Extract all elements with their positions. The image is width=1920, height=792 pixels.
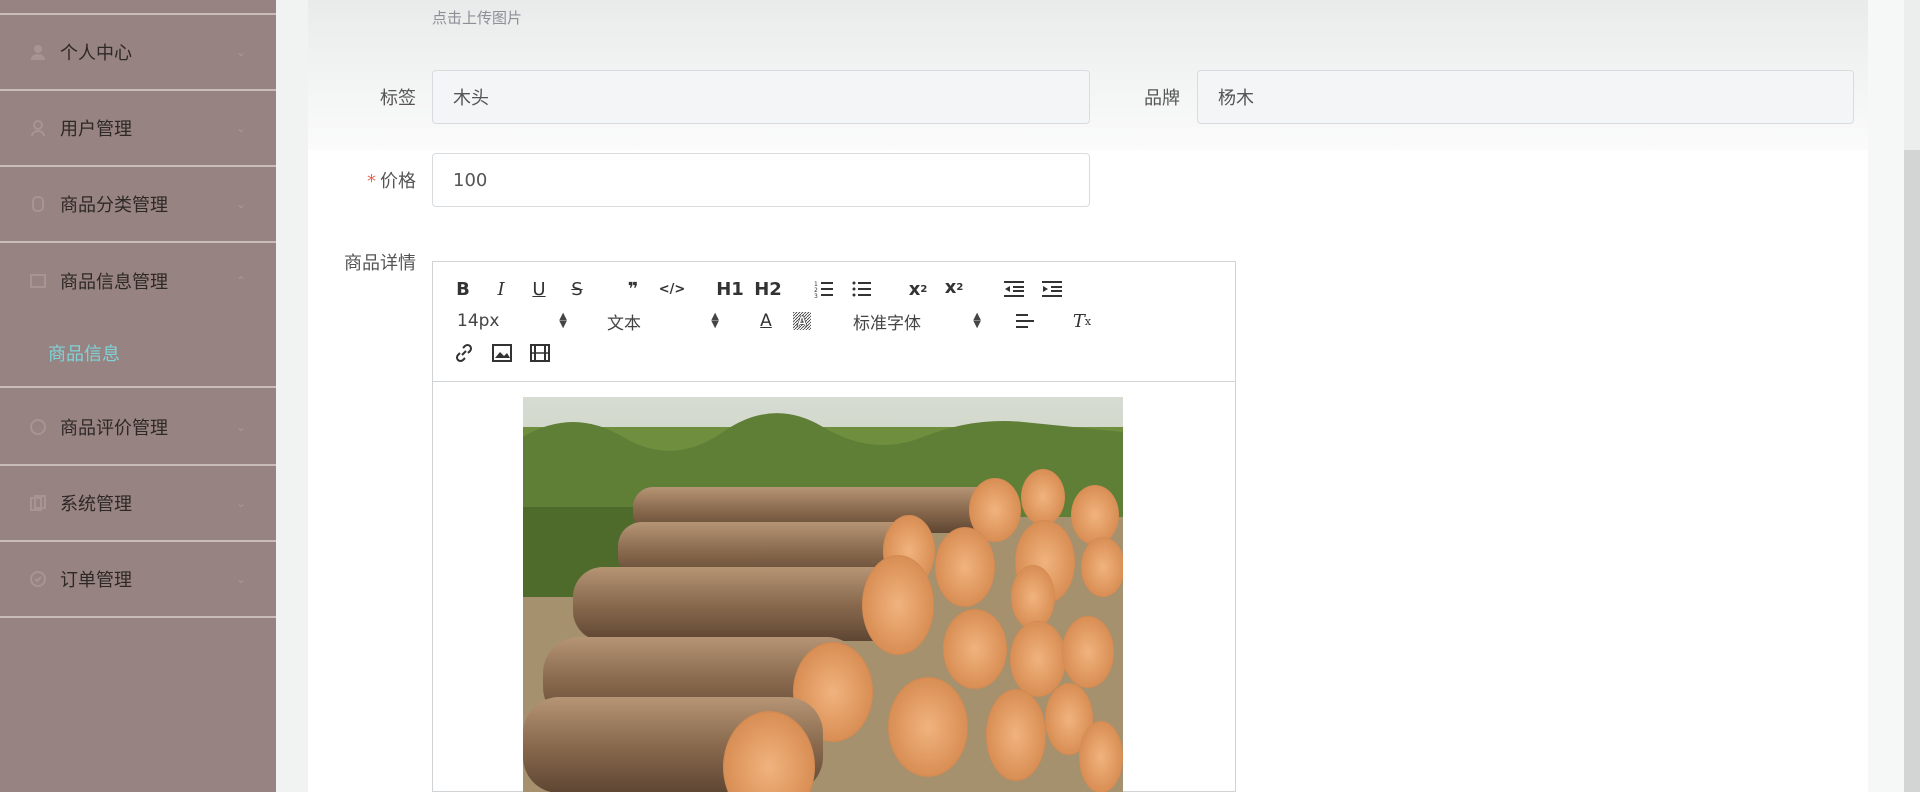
font-size-value: 14px	[457, 311, 500, 331]
tag-value: 木头	[453, 88, 489, 109]
header-type-value: 文本	[607, 313, 641, 334]
italic-button[interactable]: I	[489, 276, 513, 302]
sidebar: 个人中心 ⌄ 用户管理 ⌄ 商品分类管理 ⌄ 商品信息管理 ⌃ 商品信息 商品评…	[0, 0, 276, 792]
bullet-list-icon[interactable]	[849, 276, 875, 302]
price-label: * 价格	[340, 167, 416, 193]
stacked-logs-photo	[523, 397, 1123, 792]
code-button[interactable]: </>	[657, 276, 687, 302]
font-family-value: 标准字体	[853, 313, 921, 334]
chevron-down-icon: ⌄	[235, 420, 246, 434]
scroll-track	[1868, 0, 1904, 792]
superscript-icon[interactable]: x2	[941, 274, 967, 300]
sidebar-item-user-management[interactable]: 用户管理 ⌄	[0, 91, 276, 167]
select-arrows-icon: ▲ ▼	[711, 311, 719, 330]
user-icon	[28, 42, 48, 62]
select-arrows-icon: ▲ ▼	[559, 311, 567, 330]
clear-format-icon[interactable]: Tx	[1069, 308, 1095, 334]
category-icon	[28, 194, 48, 214]
sidebar-item-label: 商品评价管理	[60, 418, 168, 439]
outdent-icon[interactable]	[1001, 276, 1027, 302]
settings-icon	[28, 493, 48, 513]
select-arrows-icon: ▲ ▼	[973, 311, 981, 330]
price-input[interactable]: 100	[432, 153, 1090, 207]
price-label-text: 价格	[380, 171, 416, 192]
chevron-down-icon: ⌄	[235, 572, 246, 586]
chevron-down-icon: ⌄	[235, 496, 246, 510]
header-type-select[interactable]: 文本 ▲ ▼	[607, 308, 719, 334]
sidebar-item-goods-management[interactable]: 商品信息管理 ⌃	[0, 243, 276, 319]
sidebar-item-personal-center[interactable]: 个人中心 ⌄	[0, 15, 276, 91]
link-icon[interactable]	[451, 340, 477, 366]
image-icon[interactable]	[489, 340, 515, 366]
editor-toolbar: B I U S ❞ </> H1 H2 123 x2 x2 14px ▲ ▼ 文本…	[433, 262, 1235, 382]
content-gutter	[276, 0, 308, 792]
chevron-down-icon: ⌄	[235, 197, 246, 211]
users-icon	[28, 118, 48, 138]
font-color-icon[interactable]: A	[753, 308, 779, 334]
sidebar-subitem-goods-info[interactable]: 商品信息	[48, 340, 120, 366]
chevron-down-icon: ⌄	[235, 45, 246, 59]
scrollbar[interactable]	[1904, 150, 1920, 792]
bold-button[interactable]: B	[451, 276, 475, 302]
tag-input[interactable]: 木头	[432, 70, 1090, 124]
sidebar-item-order-management[interactable]: 订单管理 ⌄	[0, 542, 276, 618]
sidebar-item-review-management[interactable]: 商品评价管理 ⌄	[0, 390, 276, 466]
brand-input[interactable]: 杨木	[1197, 70, 1854, 124]
background-color-icon[interactable]: A	[789, 308, 815, 334]
sidebar-item-category-management[interactable]: 商品分类管理 ⌄	[0, 167, 276, 243]
indent-icon[interactable]	[1039, 276, 1065, 302]
upload-image-link[interactable]: 点击上传图片	[432, 7, 522, 28]
sidebar-item-label: 系统管理	[60, 494, 132, 515]
align-left-icon[interactable]	[1013, 308, 1039, 334]
sidebar-item-label: 用户管理	[60, 119, 132, 140]
sidebar-item-system-management[interactable]: 系统管理 ⌄	[0, 466, 276, 542]
sidebar-item-label: 商品信息管理	[60, 272, 168, 293]
chevron-down-icon: ⌄	[235, 121, 246, 135]
brand-value: 杨木	[1218, 88, 1254, 109]
svg-text:A: A	[797, 315, 807, 330]
order-icon	[28, 569, 48, 589]
svg-text:3: 3	[814, 293, 818, 298]
sidebar-item-label: 个人中心	[60, 43, 132, 64]
required-mark: *	[367, 171, 376, 192]
submenu: 商品信息	[0, 320, 276, 388]
underline-button[interactable]: U	[527, 276, 551, 302]
goods-icon	[28, 271, 48, 291]
chevron-up-icon: ⌃	[235, 274, 246, 288]
font-size-select[interactable]: 14px ▲ ▼	[457, 308, 567, 334]
rich-text-editor[interactable]: B I U S ❞ </> H1 H2 123 x2 x2 14px ▲ ▼ 文本…	[432, 261, 1236, 792]
tag-label: 标签	[380, 88, 416, 109]
subscript-icon[interactable]: x2	[905, 276, 931, 302]
comment-icon	[28, 417, 48, 437]
font-family-select[interactable]: 标准字体 ▲ ▼	[853, 308, 981, 334]
price-value: 100	[453, 169, 488, 191]
scroll-gutter	[1904, 0, 1920, 150]
strike-button[interactable]: S	[565, 276, 589, 302]
ordered-list-icon[interactable]: 123	[811, 276, 837, 302]
h2-button[interactable]: H2	[753, 276, 783, 302]
sidebar-item-label: 商品分类管理	[60, 195, 168, 216]
detail-label: 商品详情	[344, 253, 416, 274]
h1-button[interactable]: H1	[715, 276, 745, 302]
sidebar-item-label: 订单管理	[60, 570, 132, 591]
brand-label: 品牌	[1144, 88, 1180, 109]
video-icon[interactable]	[527, 340, 553, 366]
quote-button[interactable]: ❞	[621, 276, 645, 302]
